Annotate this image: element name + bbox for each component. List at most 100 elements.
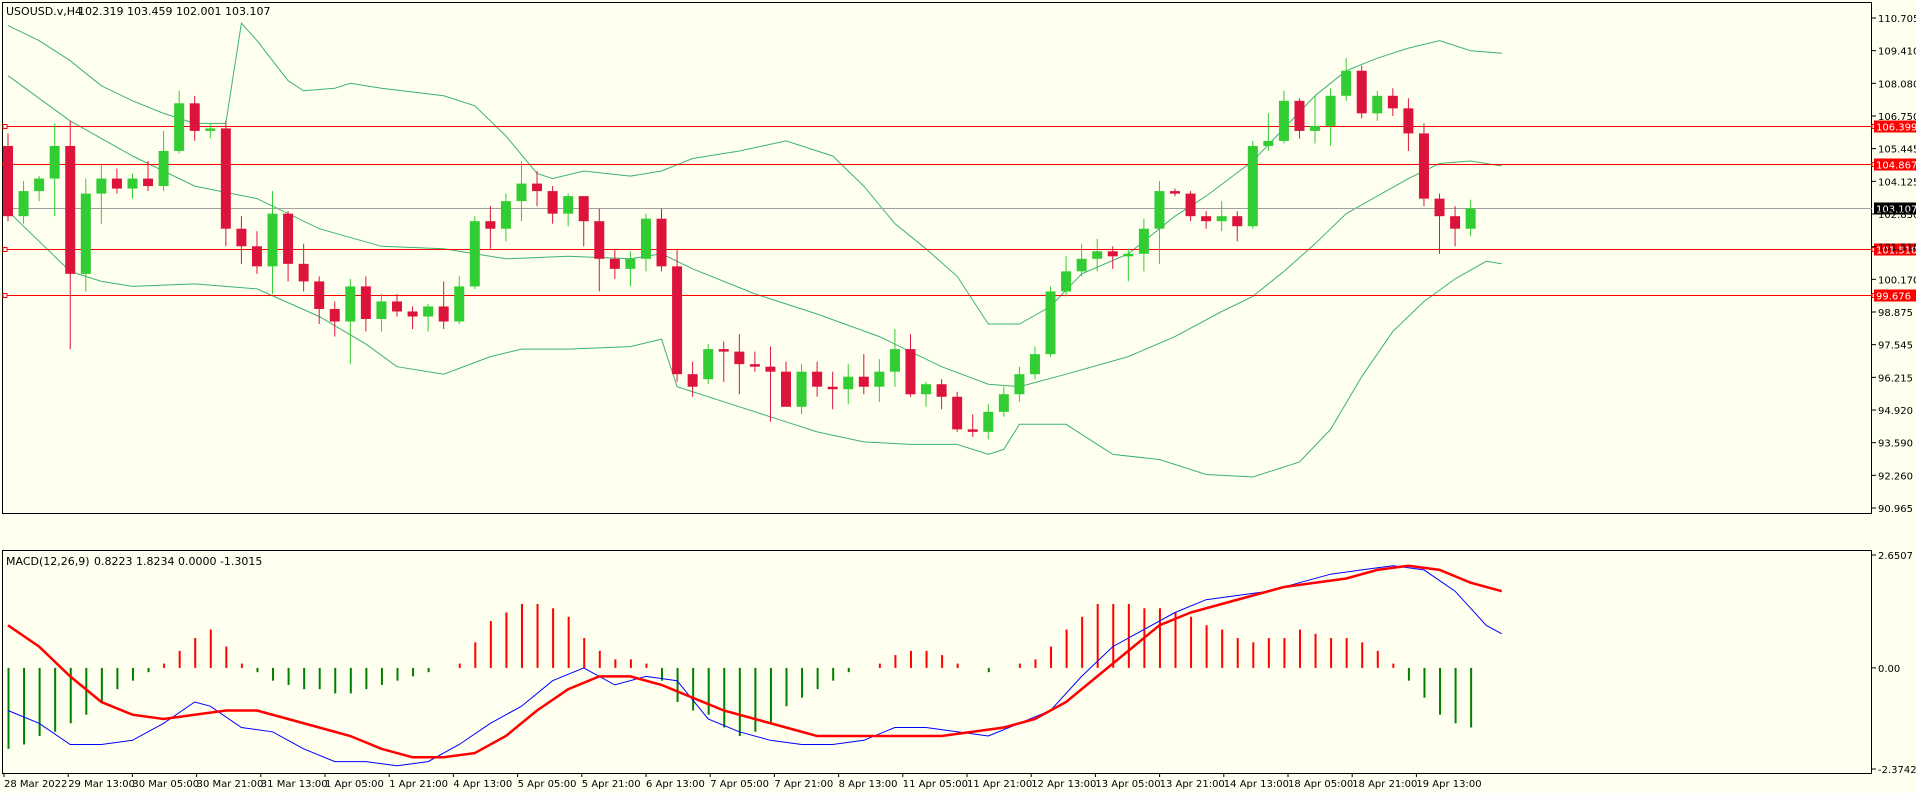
candle-body: [423, 306, 434, 317]
level-handle: [2, 124, 8, 129]
candle-body: [500, 201, 511, 229]
candle-body: [1045, 291, 1056, 355]
candle-body: [796, 371, 807, 407]
candle: [1418, 123, 1429, 207]
candle-body: [703, 349, 714, 380]
price-tick-label: 100.170: [1878, 275, 1916, 286]
candle-body: [1014, 374, 1025, 395]
candle-body: [392, 301, 402, 312]
macd-values: 0.8223 1.8234 0.0000 -1.3015: [94, 555, 262, 568]
level-tag-label: 106.399: [1876, 123, 1916, 134]
price-tick-label: 105.445: [1878, 145, 1916, 156]
candle-body: [80, 193, 91, 274]
candle-body: [858, 376, 869, 387]
candle-body: [1123, 253, 1134, 257]
candle-body: [1434, 198, 1445, 217]
candle-body: [329, 308, 340, 322]
candle-body: [220, 128, 231, 229]
macd-tick-label: 2.6507: [1878, 551, 1913, 562]
candle-body: [1201, 216, 1212, 222]
level-tag-label: 104.867: [1876, 161, 1916, 172]
candle-body: [547, 191, 558, 214]
candle-body: [532, 183, 543, 192]
candle-body: [174, 103, 185, 151]
candle-body: [1247, 145, 1258, 227]
candle-body: [672, 266, 683, 375]
candle-body: [360, 286, 371, 320]
candle-body: [1294, 100, 1305, 131]
candle-body: [283, 213, 294, 264]
price-tick-label: 98.875: [1878, 308, 1913, 319]
price-tick-label: 94.920: [1878, 406, 1913, 417]
candle-body: [718, 349, 729, 352]
candle-body: [1356, 70, 1367, 114]
price-tick-label: 96.215: [1878, 373, 1913, 384]
candle-body: [843, 376, 854, 390]
candle-body: [345, 286, 356, 322]
candle-body: [1092, 251, 1103, 259]
candle-body: [1107, 251, 1118, 257]
candle-body: [1061, 271, 1072, 292]
price-tick-label: 97.545: [1878, 341, 1913, 352]
candle-body: [407, 311, 418, 317]
candle-body: [594, 221, 605, 259]
time-tick-label: 28 Mar 2022: [4, 779, 67, 790]
candle: [1356, 65, 1367, 119]
price-tick-label: 110.705: [1878, 14, 1916, 25]
candle-body: [65, 145, 76, 274]
candle: [703, 344, 714, 385]
time-tick-label: 7 Apr 21:00: [774, 779, 833, 790]
trading-chart[interactable]: 106.399104.867101.51099.676103.107110.70…: [0, 0, 1916, 793]
candle-body: [1387, 95, 1398, 109]
time-tick-label: 6 Apr 13:00: [646, 779, 705, 790]
chart-symbol: USOUSD.v,H4: [6, 5, 82, 18]
candle-body: [516, 183, 527, 202]
time-tick-label: 5 Apr 21:00: [582, 779, 641, 790]
candle-body: [1403, 108, 1414, 134]
candle-body: [936, 384, 947, 397]
price-tick-label: 104.125: [1878, 177, 1916, 188]
candle: [952, 391, 963, 432]
candle-body: [1232, 216, 1243, 227]
candle-body: [251, 246, 262, 267]
macd-tick-label: 0.00: [1878, 664, 1900, 675]
candle-body: [656, 218, 667, 267]
time-tick-label: 7 Apr 05:00: [710, 779, 769, 790]
candle: [3, 133, 13, 222]
candle-body: [127, 178, 138, 189]
candle-body: [1341, 70, 1352, 96]
candle-body: [1029, 354, 1040, 375]
time-tick-label: 19 Apr 13:00: [1416, 779, 1481, 790]
candle-body: [921, 384, 932, 395]
time-tick-label: 4 Apr 13:00: [453, 779, 512, 790]
candle-body: [143, 178, 154, 187]
candle: [1247, 140, 1258, 229]
candle-body: [485, 221, 496, 229]
candle-body: [983, 411, 994, 432]
time-tick-label: 13 Apr 05:00: [1095, 779, 1160, 790]
candle-body: [765, 366, 776, 372]
candle-body: [998, 394, 1009, 412]
candle-body: [34, 178, 45, 192]
candle-body: [1418, 133, 1429, 199]
candle-body: [469, 221, 480, 287]
price-tick-label: 92.260: [1878, 471, 1913, 482]
level-tag-label: 99.676: [1876, 292, 1911, 303]
candle-body: [3, 145, 13, 217]
candle: [1045, 286, 1056, 357]
candle-body: [1138, 228, 1149, 254]
candle-body: [438, 306, 449, 322]
candle-body: [1216, 216, 1227, 222]
time-tick-label: 5 Apr 05:00: [518, 779, 577, 790]
candle-body: [625, 258, 636, 269]
candle-body: [1185, 193, 1196, 217]
level-handle: [2, 247, 8, 252]
candle-body: [298, 263, 309, 282]
time-tick-label: 11 Apr 05:00: [903, 779, 968, 790]
candle-body: [454, 286, 465, 322]
time-tick-label: 29 Mar 13:00: [68, 779, 135, 790]
candle-body: [189, 103, 200, 131]
time-tick-label: 18 Apr 21:00: [1352, 779, 1417, 790]
price-tick-label: 106.750: [1878, 112, 1916, 123]
candle-body: [781, 371, 791, 407]
